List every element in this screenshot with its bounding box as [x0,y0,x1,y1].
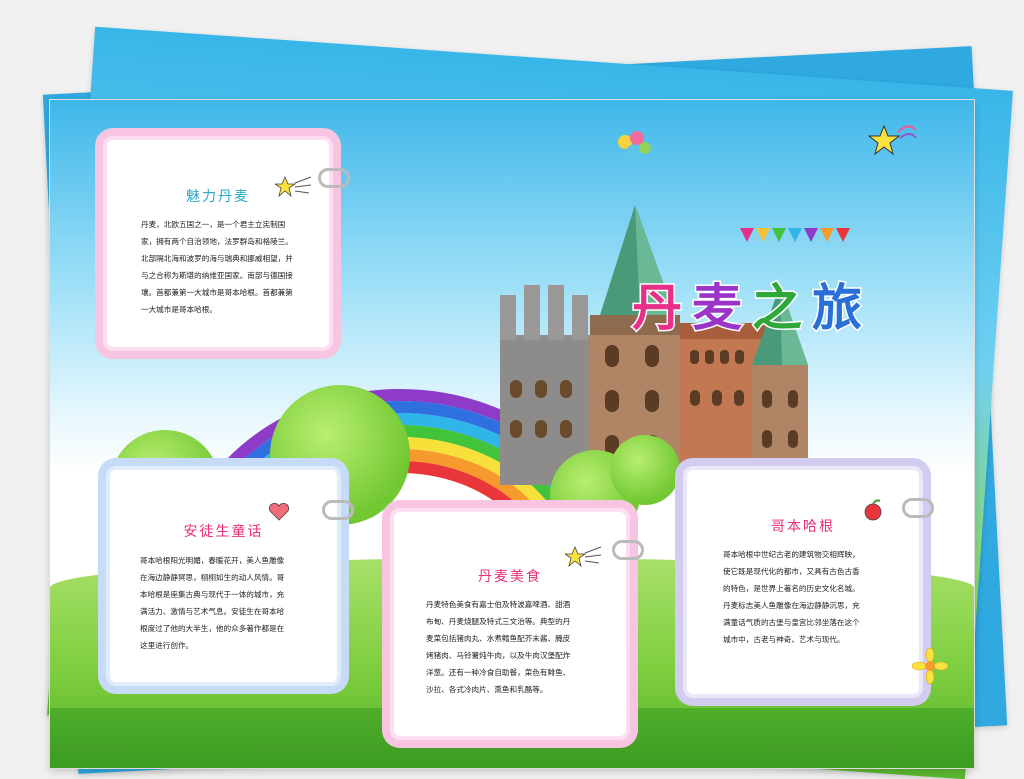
text-line: 麦菜包括猪肉丸、水煮鳕鱼配芥末酱、腌皮 [426,634,571,643]
text-line: 使它既是现代化的都市，又具有古色古香 [723,567,860,576]
text-line: 这里进行创作。 [140,641,194,650]
text-line: 丹麦特色美食有嘉士伯及特波嘉啤酒、甜酒 [426,600,571,609]
card-title: 安徒生童话 [183,524,264,540]
small-star-icon [565,545,602,568]
text-line: 洋葱。还有一种冷食自助餐，菜色有鲱鱼、 [426,668,571,677]
charm-card: 魅力丹麦 丹麦，北欧五国之一，是一个君主立宪制国 家，拥有两个自治领地，法罗群岛… [95,128,341,359]
stage: 丹 麦 之 旅 魅力丹麦 丹麦，北欧五国之一，是一个君主立宪制国 家，拥有两个自… [0,0,1024,779]
text-line: 满童话气质的古堡与皇宫比邻坐落在这个 [723,618,860,627]
text-line: 城市中，古老与神奇、艺术与现代。 [723,635,845,644]
text-line: 布甸、丹麦烧腿及特式三文治等。典型的丹 [426,617,571,626]
binder-ring [318,168,350,188]
card-title: 丹麦美食 [478,569,542,585]
card-body: 丹麦特色美食有嘉士伯及特波嘉啤酒、甜酒 布甸、丹麦烧腿及特式三文治等。典型的丹 … [426,596,616,698]
binder-ring [322,500,354,520]
bunting-flags [740,228,850,244]
title-char: 丹 [631,278,684,339]
copenhagen-card: 哥本哈根 哥本哈根中世纪古老的建筑物交相辉映， 使它既是现代化的都市，又具有古色… [675,458,931,706]
text-line: 家，拥有两个自治领地，法罗群岛和格陵兰。 [141,237,293,246]
text-line: 丹麦，北欧五国之一，是一个君主立宪制国 [141,220,286,229]
flag [756,228,770,242]
title-char: 之 [751,278,804,339]
flag [836,228,850,242]
text-line: 北部隔北海和波罗的海与瑞典和挪威相望，并 [141,254,293,263]
text-line: 满活力、激情与艺术气息。安徒生在哥本哈 [140,607,285,616]
card-title: 哥本哈根 [771,519,835,535]
text-line: 与之合称为斯堪的纳维亚国家。南部与德国接 [141,271,293,280]
flag [772,228,786,242]
title-char: 麦 [691,278,744,339]
binder-ring [902,498,934,518]
text-line: 的特色，是世界上著名的历史文化名城。 [723,584,860,593]
balloons-icon [618,131,651,159]
binder-ring [612,540,644,560]
card-body: 哥本哈根阳光明媚，春暖花开，美人鱼雕像 在海边静静冥思，栩栩如生的动人风情。哥 … [140,552,330,654]
text-line: 一大城市是哥本哈根。 [141,305,217,314]
food-card: 丹麦美食 丹麦特色美食有嘉士伯及特波嘉啤酒、甜酒 布甸、丹麦烧腿及特式三文治等。… [382,500,638,748]
card-body: 哥本哈根中世纪古老的建筑物交相辉映， 使它既是现代化的都市，又具有古色古香 的特… [723,546,913,648]
tree [610,435,680,505]
card-body: 丹麦，北欧五国之一，是一个君主立宪制国 家，拥有两个自治领地，法罗群岛和格陵兰。… [141,216,321,318]
text-line: 烤猪肉、马铃薯炖牛肉，以及牛肉汉堡配炸 [426,651,571,660]
text-line: 本哈根是座集古典与现代于一体的城市，充 [140,590,285,599]
andersen-card: 安徒生童话 哥本哈根阳光明媚，春暖花开，美人鱼雕像 在海边静静冥思，栩栩如生的动… [98,458,349,694]
flower-icon [912,648,948,684]
flag [740,228,754,242]
small-star-icon [275,175,312,198]
text-line: 根度过了他的大半生，他的众多著作都是在 [140,624,285,633]
flag [820,228,834,242]
apple-icon [864,499,882,521]
text-line: 哥本哈根阳光明媚，春暖花开，美人鱼雕像 [140,556,285,565]
text-line: 丹麦标志美人鱼雕像在海边静静沉思，充 [723,601,860,610]
title-char: 旅 [811,278,864,339]
poster: 丹 麦 之 旅 魅力丹麦 丹麦，北欧五国之一，是一个君主立宪制国 家，拥有两个自… [50,100,974,768]
flag [788,228,802,242]
text-line: 在海边静静冥思，栩栩如生的动人风情。哥 [140,573,285,582]
text-line: 哥本哈根中世纪古老的建筑物交相辉映， [723,550,860,559]
poster-title: 丹 麦 之 旅 [631,250,972,339]
star-icon [868,124,917,156]
heart-icon [269,502,289,521]
flag [804,228,818,242]
text-line: 沙拉、各式冷肉片、熏鱼和乳酪等。 [426,685,548,694]
text-line: 壤。首都兼第一大城市是哥本哈根。首都兼第 [141,288,293,297]
